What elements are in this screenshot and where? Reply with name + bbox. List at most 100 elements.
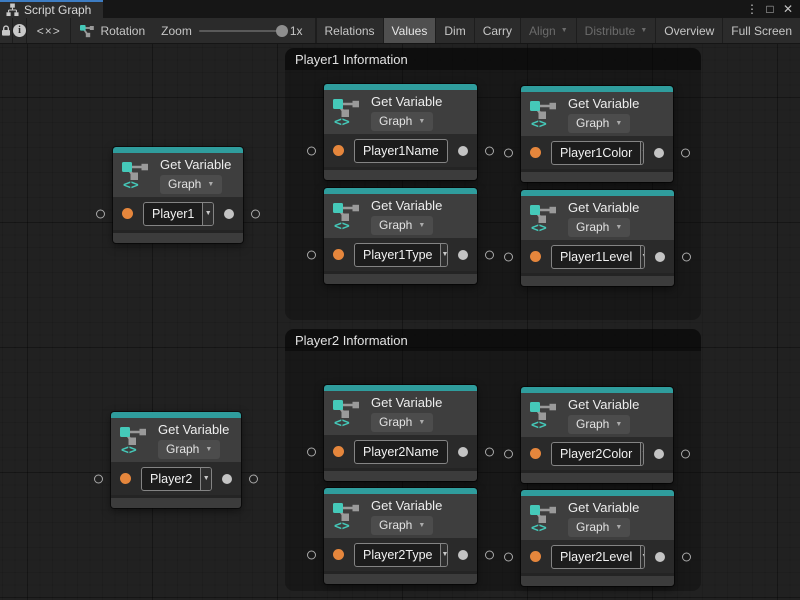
graph-kind-dropdown[interactable]: Graph ▼ — [371, 216, 433, 235]
window-menu-icon[interactable]: ⋮ — [743, 0, 761, 18]
graph-kind-dropdown[interactable]: Graph ▼ — [568, 518, 630, 537]
value-output-port[interactable] — [458, 250, 468, 260]
get-variable-node[interactable]: <> Get Variable Graph ▼ Player1Level ▼ — [521, 190, 674, 286]
value-output-port[interactable] — [655, 252, 665, 262]
variable-dropdown[interactable]: Player2Type ▼ — [354, 543, 448, 567]
variable-dropdown[interactable]: Player1Type ▼ — [354, 243, 448, 267]
output-port-circle[interactable] — [485, 146, 494, 155]
get-variable-node[interactable]: <> Get Variable Graph ▼ Player2 ▼ — [111, 412, 241, 508]
chevron-down-icon[interactable]: ▼ — [440, 544, 448, 566]
toolbar-button-overview[interactable]: Overview — [655, 18, 722, 43]
variable-input-port[interactable] — [333, 446, 344, 457]
variable-dropdown[interactable]: Player1 ▼ — [143, 202, 214, 226]
graph-kind-dropdown[interactable]: Graph ▼ — [371, 112, 433, 131]
variable-input-port[interactable] — [530, 251, 541, 262]
input-port-circle[interactable] — [504, 252, 513, 261]
chevron-down-icon[interactable]: ▼ — [447, 441, 448, 463]
value-output-port[interactable] — [458, 550, 468, 560]
variable-dropdown[interactable]: Player1Color ▼ — [551, 141, 644, 165]
input-port-circle[interactable] — [504, 449, 513, 458]
chevron-down-icon[interactable]: ▼ — [640, 142, 644, 164]
value-output-port[interactable] — [458, 146, 468, 156]
angle-x-button[interactable]: <×> — [27, 18, 71, 43]
input-port-circle[interactable] — [307, 550, 316, 559]
lock-button[interactable] — [0, 18, 13, 43]
graph-kind-dropdown[interactable]: Graph ▼ — [371, 516, 433, 535]
value-output-port[interactable] — [654, 148, 664, 158]
input-port-circle[interactable] — [504, 552, 513, 561]
graph-kind-dropdown[interactable]: Graph ▼ — [371, 413, 433, 432]
chevron-down-icon[interactable]: ▼ — [640, 546, 645, 568]
variable-dropdown[interactable]: Player2 ▼ — [141, 467, 212, 491]
node-header[interactable]: <> Get Variable Graph ▼ — [324, 194, 477, 238]
variable-input-port[interactable] — [530, 448, 541, 459]
variable-dropdown[interactable]: Player2Level ▼ — [551, 545, 645, 569]
toolbar-button-carry[interactable]: Carry — [474, 18, 520, 43]
input-port-circle[interactable] — [307, 447, 316, 456]
window-maximize-icon[interactable]: □ — [761, 0, 779, 18]
node-header[interactable]: <> Get Variable Graph ▼ — [324, 90, 477, 134]
get-variable-node[interactable]: <> Get Variable Graph ▼ Player2Name ▼ — [324, 385, 477, 481]
rotation-button[interactable]: Rotation — [71, 18, 153, 43]
node-header[interactable]: <> Get Variable Graph ▼ — [521, 92, 673, 136]
graph-kind-dropdown[interactable]: Graph ▼ — [158, 440, 220, 459]
zoom-slider[interactable] — [199, 30, 283, 32]
variable-input-port[interactable] — [530, 551, 541, 562]
toolbar-button-values[interactable]: Values — [383, 18, 436, 43]
group-header[interactable]: Player2 Information — [285, 329, 701, 351]
variable-dropdown[interactable]: Player1Level ▼ — [551, 245, 645, 269]
get-variable-node[interactable]: <> Get Variable Graph ▼ Player1Type ▼ — [324, 188, 477, 284]
input-port-circle[interactable] — [96, 209, 105, 218]
output-port-circle[interactable] — [485, 550, 494, 559]
value-output-port[interactable] — [224, 209, 234, 219]
variable-dropdown[interactable]: Player1Name ▼ — [354, 139, 448, 163]
variable-input-port[interactable] — [333, 549, 344, 560]
toolbar-button-dim[interactable]: Dim — [435, 18, 473, 43]
node-header[interactable]: <> Get Variable Graph ▼ — [521, 496, 674, 540]
value-output-port[interactable] — [655, 552, 665, 562]
get-variable-node[interactable]: <> Get Variable Graph ▼ Player2Level ▼ — [521, 490, 674, 586]
get-variable-node[interactable]: <> Get Variable Graph ▼ Player1 ▼ — [113, 147, 243, 243]
chevron-down-icon[interactable]: ▼ — [640, 443, 644, 465]
graph-kind-dropdown[interactable]: Graph ▼ — [160, 175, 222, 194]
variable-input-port[interactable] — [530, 147, 541, 158]
input-port-circle[interactable] — [307, 146, 316, 155]
input-port-circle[interactable] — [307, 250, 316, 259]
chevron-down-icon[interactable]: ▼ — [640, 246, 645, 268]
get-variable-node[interactable]: <> Get Variable Graph ▼ Player1Name ▼ — [324, 84, 477, 180]
variable-input-port[interactable] — [333, 145, 344, 156]
input-port-circle[interactable] — [94, 474, 103, 483]
info-button[interactable]: i — [13, 18, 27, 43]
chevron-down-icon[interactable]: ▼ — [202, 203, 213, 225]
get-variable-node[interactable]: <> Get Variable Graph ▼ Player2Type ▼ — [324, 488, 477, 584]
output-port-circle[interactable] — [251, 209, 260, 218]
node-header[interactable]: <> Get Variable Graph ▼ — [324, 494, 477, 538]
variable-dropdown[interactable]: Player2Color ▼ — [551, 442, 644, 466]
zoom-slider-handle[interactable] — [276, 25, 288, 37]
output-port-circle[interactable] — [682, 552, 691, 561]
value-output-port[interactable] — [222, 474, 232, 484]
variable-input-port[interactable] — [333, 249, 344, 260]
variable-input-port[interactable] — [120, 473, 131, 484]
toolbar-button-full-screen[interactable]: Full Screen — [722, 18, 800, 43]
variable-input-port[interactable] — [122, 208, 133, 219]
node-header[interactable]: <> Get Variable Graph ▼ — [521, 196, 674, 240]
graph-canvas[interactable]: Player1 Information Player2 Information … — [0, 44, 800, 600]
node-header[interactable]: <> Get Variable Graph ▼ — [113, 153, 243, 197]
tab-script-graph[interactable]: Script Graph — [0, 0, 103, 18]
graph-kind-dropdown[interactable]: Graph ▼ — [568, 114, 630, 133]
value-output-port[interactable] — [654, 449, 664, 459]
chevron-down-icon[interactable]: ▼ — [200, 468, 211, 490]
output-port-circle[interactable] — [682, 252, 691, 261]
get-variable-node[interactable]: <> Get Variable Graph ▼ Player2Color ▼ — [521, 387, 673, 483]
graph-kind-dropdown[interactable]: Graph ▼ — [568, 218, 630, 237]
node-header[interactable]: <> Get Variable Graph ▼ — [324, 391, 477, 435]
graph-kind-dropdown[interactable]: Graph ▼ — [568, 415, 630, 434]
output-port-circle[interactable] — [485, 447, 494, 456]
chevron-down-icon[interactable]: ▼ — [440, 244, 448, 266]
toolbar-button-relations[interactable]: Relations — [316, 18, 383, 43]
chevron-down-icon[interactable]: ▼ — [447, 140, 448, 162]
output-port-circle[interactable] — [485, 250, 494, 259]
variable-dropdown[interactable]: Player2Name ▼ — [354, 440, 448, 464]
input-port-circle[interactable] — [504, 148, 513, 157]
